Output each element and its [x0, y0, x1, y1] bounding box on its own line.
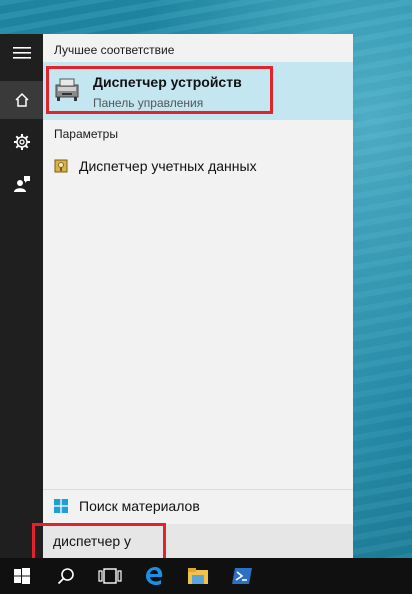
gear-icon[interactable]	[0, 123, 43, 161]
task-view-icon[interactable]	[88, 558, 132, 594]
search-icon[interactable]	[44, 558, 88, 594]
settings-result-label: Диспетчер учетных данных	[79, 158, 257, 174]
search-input-highlight	[32, 523, 166, 562]
home-icon[interactable]	[0, 81, 43, 119]
edge-browser-icon[interactable]	[132, 558, 176, 594]
feedback-person-icon[interactable]	[0, 165, 43, 203]
credential-manager-icon	[54, 159, 68, 178]
best-match-header: Лучшее соответствие	[54, 43, 175, 57]
search-content-item[interactable]: Поиск материалов	[43, 489, 353, 522]
best-match-highlight	[46, 66, 273, 114]
settings-header: Параметры	[54, 127, 118, 141]
settings-result-item[interactable]: Диспетчер учетных данных	[43, 152, 353, 180]
powershell-icon[interactable]	[220, 558, 264, 594]
taskbar	[0, 558, 412, 594]
search-content-label: Поиск материалов	[79, 498, 200, 514]
file-explorer-icon[interactable]	[176, 558, 220, 594]
windows-start-icon[interactable]	[0, 558, 44, 594]
windows-logo-icon	[54, 499, 68, 518]
hamburger-menu-icon[interactable]	[0, 34, 43, 72]
start-left-rail	[0, 34, 43, 558]
